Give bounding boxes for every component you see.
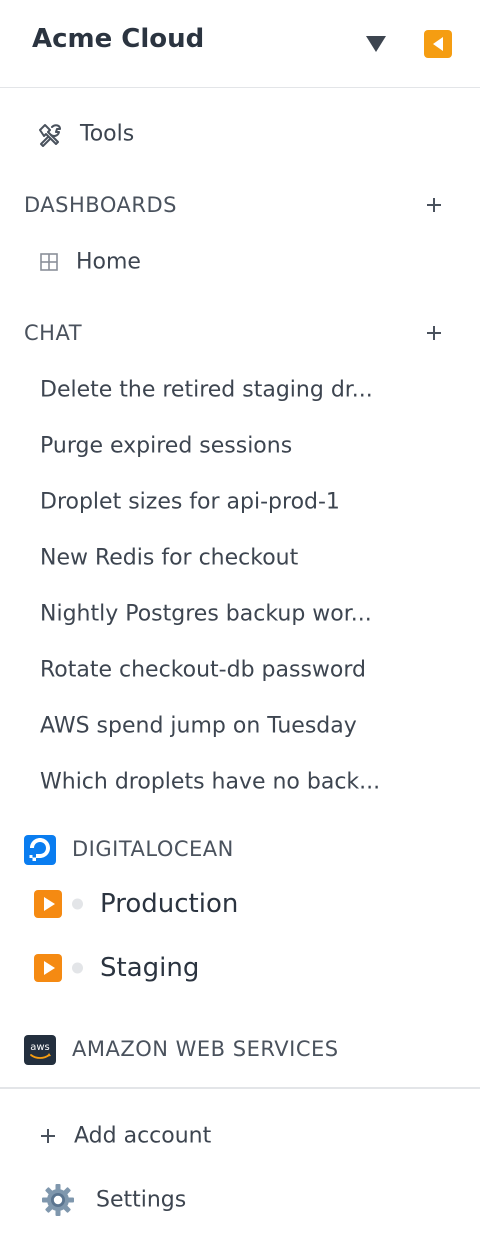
sidebar-header: Acme Cloud (0, 0, 480, 88)
chat-item-label: Which droplets have no back... (40, 769, 381, 795)
tools-label: Tools (80, 121, 135, 147)
digitalocean-logo (24, 835, 56, 865)
caret-down-icon[interactable] (362, 30, 390, 58)
add-chat-plus-icon[interactable] (422, 321, 446, 345)
chat-item[interactable]: Delete the retired staging dr... (0, 366, 480, 414)
status-dot (72, 962, 83, 974)
chat-item[interactable]: Nightly Postgres backup wor... (0, 590, 480, 638)
org-name[interactable]: Acme Cloud (32, 24, 204, 54)
status-dot (72, 898, 83, 910)
play-icon (34, 954, 62, 982)
play-icon (34, 890, 62, 918)
chat-item[interactable]: Purge expired sessions (0, 422, 480, 470)
add-account-label: Add account (74, 1123, 212, 1149)
footer-divider (0, 1087, 480, 1089)
chat-item[interactable]: Which droplets have no back... (0, 758, 480, 806)
plus-icon (38, 1126, 58, 1146)
chat-item[interactable]: Droplet sizes for api-prod-1 (0, 478, 480, 526)
chat-item-label: New Redis for checkout (40, 545, 299, 571)
dashboard-item-label: Home (76, 249, 141, 275)
collapse-left-icon[interactable] (424, 30, 452, 58)
environment-item-production[interactable]: Production (0, 880, 480, 928)
environment-label: Production (100, 889, 239, 919)
add-account-button[interactable]: Add account (0, 1112, 480, 1160)
settings-label: Settings (96, 1187, 187, 1213)
chat-item-label: AWS spend jump on Tuesday (40, 713, 357, 739)
dashboard-item-home[interactable]: Home (0, 238, 480, 286)
chat-item[interactable]: Rotate checkout-db password (0, 646, 480, 694)
chat-item[interactable]: AWS spend jump on Tuesday (0, 702, 480, 750)
gear-icon (40, 1182, 76, 1218)
tools-item[interactable]: Tools (0, 110, 480, 158)
tools-icon (36, 121, 64, 149)
grid-icon (40, 253, 58, 271)
provider-name-digitalocean[interactable]: DIGITALOCEAN (72, 837, 234, 861)
aws-logo: aws (24, 1035, 56, 1065)
add-dashboard-plus-icon[interactable] (422, 193, 446, 217)
chat-item[interactable]: New Redis for checkout (0, 534, 480, 582)
sidebar: Acme Cloud Tools DASHBOARDS Home CHAT De… (0, 0, 480, 1248)
chat-item-label: Droplet sizes for api-prod-1 (40, 489, 340, 515)
svg-text:aws: aws (30, 1042, 50, 1053)
settings-button[interactable]: Settings (0, 1176, 480, 1224)
provider-name-aws[interactable]: AMAZON WEB SERVICES (72, 1037, 339, 1061)
section-title-dashboards: DASHBOARDS (24, 193, 177, 217)
chat-item-label: Rotate checkout-db password (40, 657, 366, 683)
environment-item-staging[interactable]: Staging (0, 944, 480, 992)
section-title-chat: CHAT (24, 321, 83, 345)
chat-item-label: Delete the retired staging dr... (40, 377, 373, 403)
environment-label: Staging (100, 953, 200, 983)
chat-item-label: Nightly Postgres backup wor... (40, 601, 372, 627)
chat-item-label: Purge expired sessions (40, 433, 293, 459)
